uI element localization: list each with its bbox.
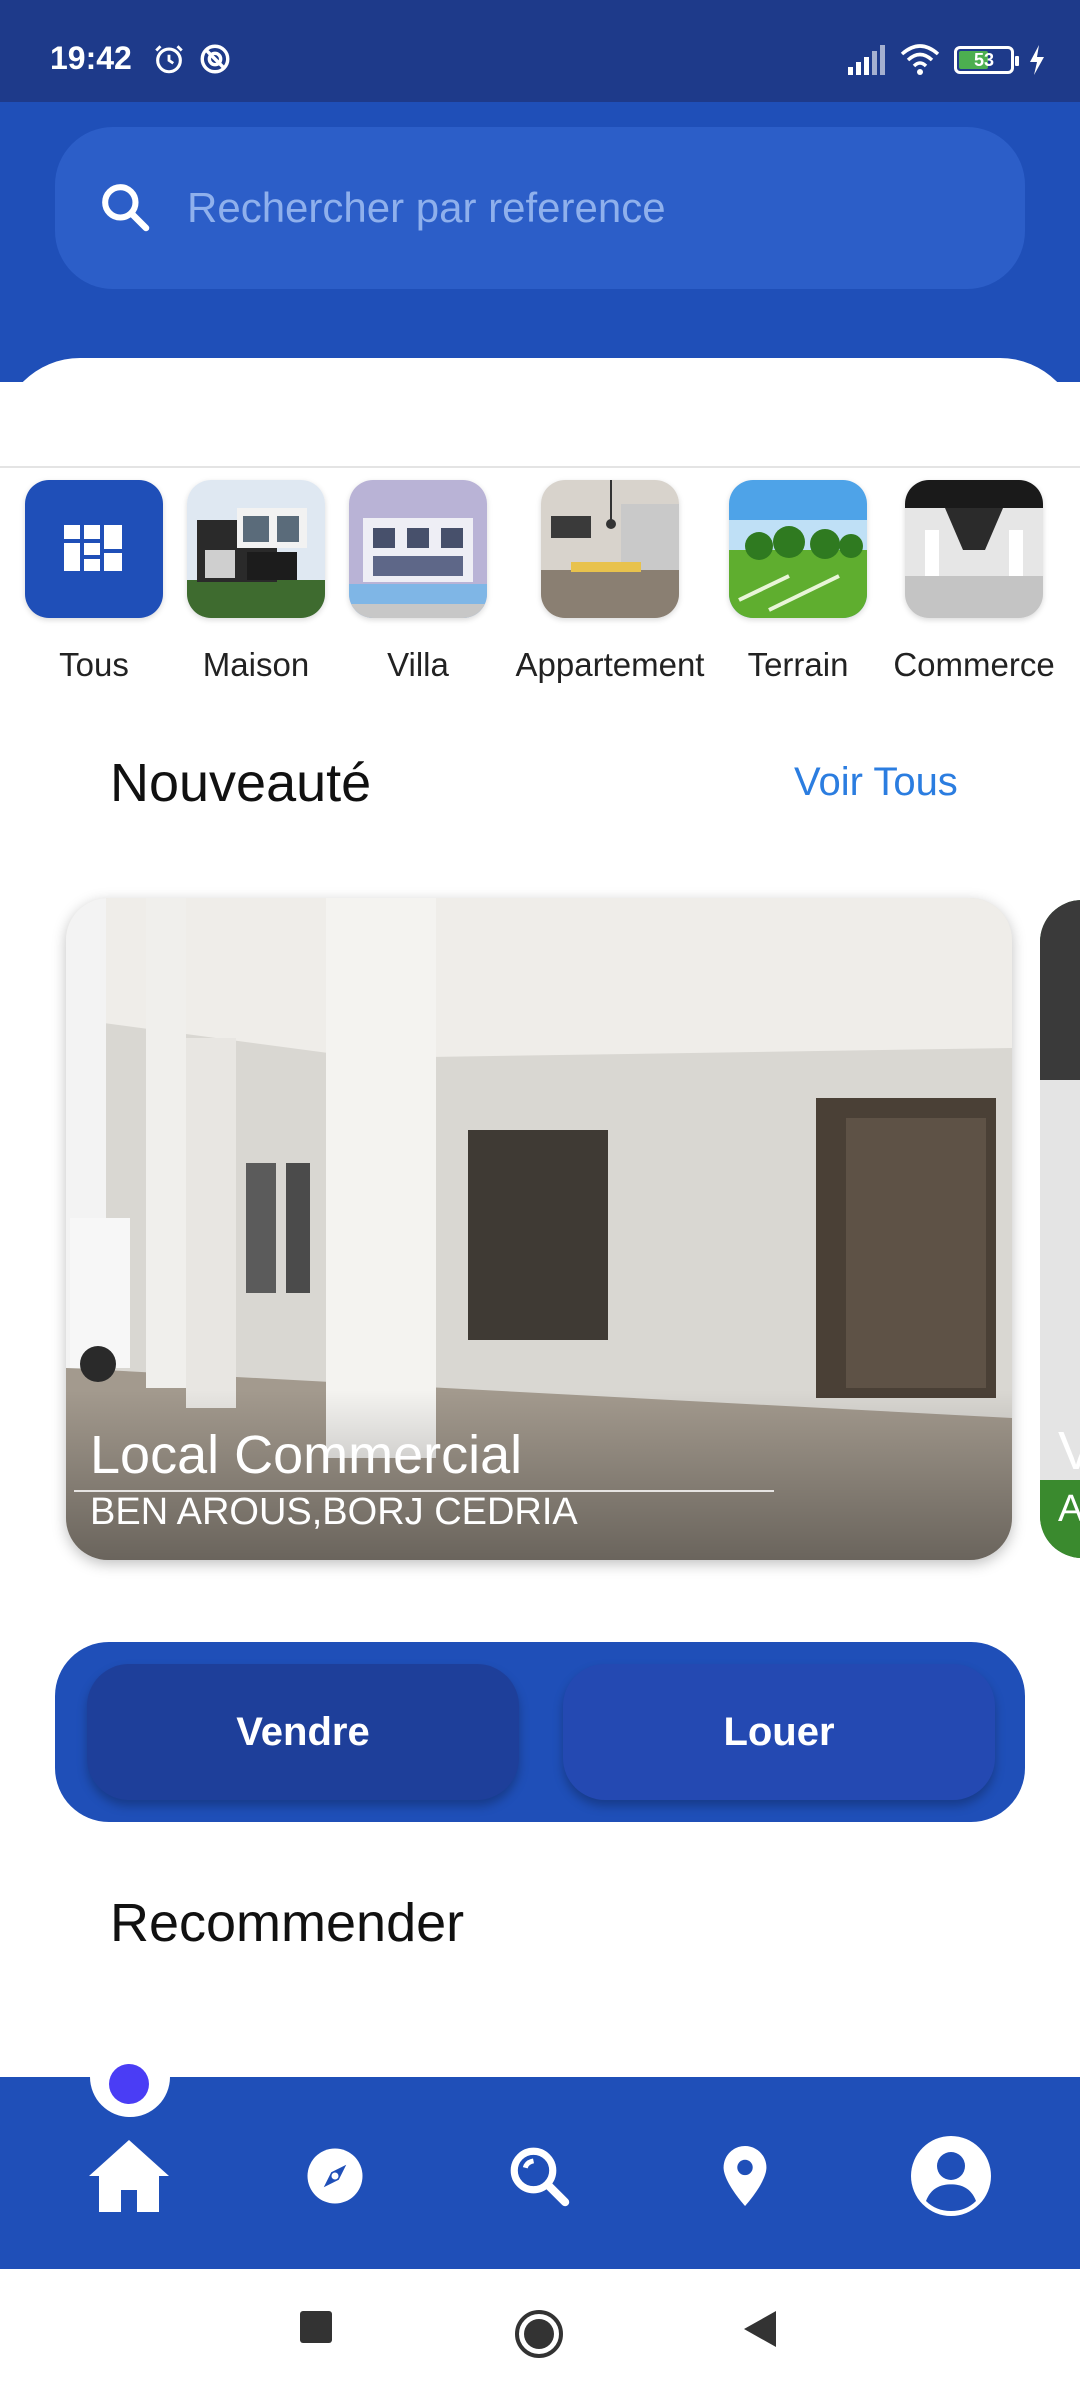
category-terrain[interactable]: Terrain	[728, 480, 868, 684]
category-maison[interactable]: Maison	[186, 480, 326, 684]
louer-button[interactable]: Louer	[563, 1664, 995, 1800]
content-sheet-top	[0, 358, 1080, 468]
transaction-toggle: Vendre Louer	[55, 1642, 1025, 1822]
charging-icon	[1030, 45, 1044, 75]
section-title-nouveaute: Nouveauté	[110, 753, 372, 813]
property-title: V	[1058, 1421, 1080, 1481]
status-time: 19:42	[50, 40, 132, 76]
see-all-link[interactable]: Voir Tous	[794, 760, 958, 805]
maison-image	[187, 480, 325, 618]
category-label: Maison	[202, 646, 310, 683]
location-pin-icon	[723, 2146, 767, 2206]
alarm-icon	[155, 45, 183, 74]
home-button-icon[interactable]	[514, 2309, 564, 2359]
search-icon	[102, 184, 150, 232]
search-bar[interactable]	[55, 127, 1025, 289]
property-card-next[interactable]: V A	[1040, 900, 1080, 1558]
nav-profile[interactable]	[906, 2131, 996, 2221]
category-tous[interactable]: Tous	[24, 480, 164, 684]
search-icon	[510, 2147, 570, 2207]
category-villa[interactable]: Villa	[348, 480, 488, 684]
nav-home[interactable]	[84, 2131, 174, 2221]
category-appartement[interactable]: Appartement	[510, 480, 710, 684]
active-indicator	[109, 2064, 149, 2104]
nav-explore[interactable]	[290, 2131, 380, 2221]
search-input[interactable]	[185, 175, 989, 241]
section-title-recommender: Recommender	[110, 1893, 465, 1953]
property-title: Local Commercial	[90, 1425, 523, 1485]
back-icon[interactable]	[742, 2309, 778, 2349]
battery-level: 53	[973, 49, 995, 70]
category-label: Commerce	[893, 646, 1055, 683]
system-nav-bar	[0, 2269, 1080, 2400]
data-saver-icon	[200, 44, 230, 74]
property-location: BEN AROUS,BORJ CEDRIA	[90, 1491, 578, 1533]
nav-search[interactable]	[494, 2131, 584, 2221]
compass-icon	[307, 2148, 363, 2204]
category-label: Terrain	[747, 646, 849, 683]
status-bar: 19:42 53	[0, 0, 1080, 102]
divider	[0, 466, 1080, 468]
category-label: Tous	[59, 646, 129, 683]
battery-icon: 53	[954, 46, 1019, 74]
category-commerce[interactable]: Commerce	[882, 480, 1066, 684]
category-label: Villa	[387, 646, 449, 683]
profile-icon	[911, 2136, 991, 2216]
wifi-icon	[900, 44, 940, 75]
category-list: Tous Maison Villa Appartement Terrain Co…	[0, 480, 1080, 695]
terrain-image	[729, 480, 867, 618]
property-card[interactable]: Local Commercial BEN AROUS,BORJ CEDRIA	[66, 898, 1012, 1560]
home-icon	[89, 2140, 169, 2212]
bottom-nav	[0, 2075, 1080, 2269]
appartement-image	[541, 480, 679, 618]
header	[0, 102, 1080, 382]
grid-icon	[25, 480, 163, 618]
category-label: Appartement	[515, 646, 705, 683]
property-location: A	[1058, 1488, 1080, 1530]
commerce-image	[905, 480, 1043, 618]
vendre-button[interactable]: Vendre	[87, 1664, 519, 1800]
villa-image	[349, 480, 487, 618]
signal-icon	[848, 45, 885, 75]
nav-map[interactable]	[700, 2131, 790, 2221]
recents-icon[interactable]	[298, 2309, 334, 2345]
